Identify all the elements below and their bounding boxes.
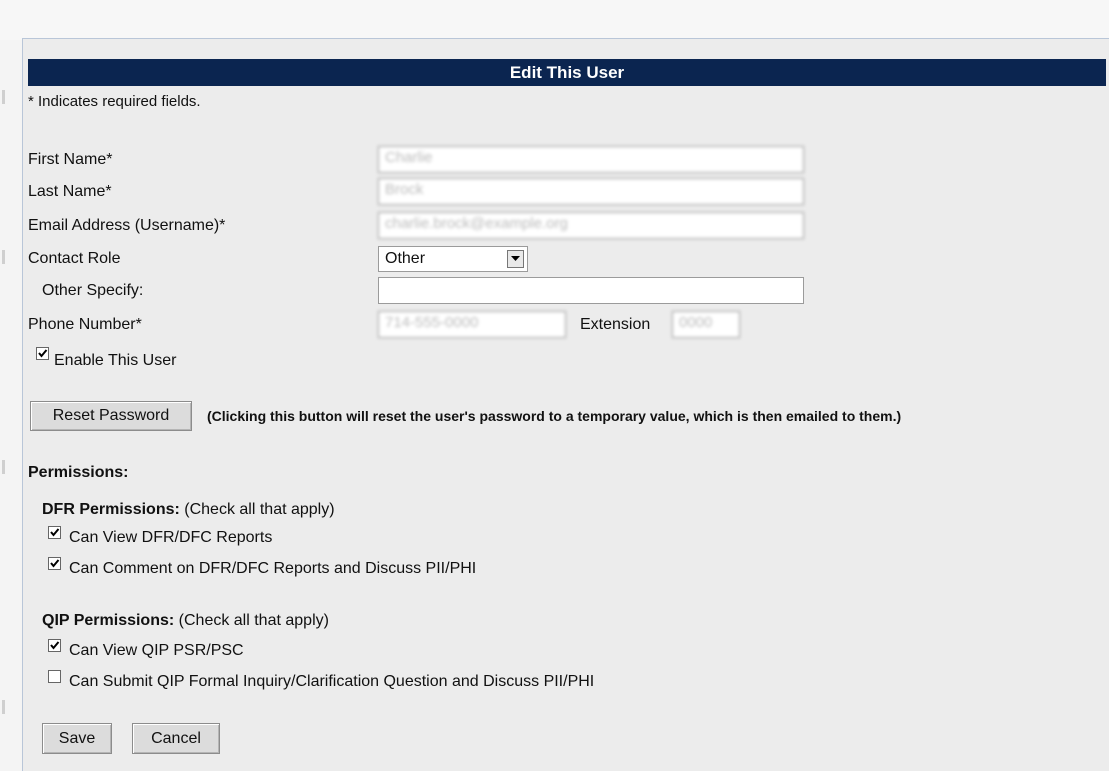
last-name-label: Last Name* bbox=[28, 183, 112, 200]
qip-heading-text: QIP Permissions: bbox=[42, 612, 175, 629]
chevron-down-icon[interactable] bbox=[507, 250, 524, 268]
checkmark-icon bbox=[50, 559, 60, 568]
cancel-button[interactable]: Cancel bbox=[132, 723, 220, 754]
qip-submit-checkbox[interactable] bbox=[48, 670, 61, 683]
contact-role-value: Other bbox=[385, 250, 426, 267]
reset-password-note: (Clicking this button will reset the use… bbox=[207, 408, 902, 424]
checkmark-icon bbox=[50, 641, 60, 650]
qip-view-checkbox[interactable] bbox=[48, 639, 61, 652]
first-name-label: First Name* bbox=[28, 151, 113, 168]
other-specify-label: Other Specify: bbox=[42, 282, 144, 299]
gutter-mark bbox=[2, 250, 5, 264]
top-strip bbox=[0, 0, 1109, 40]
dfr-hint: (Check all that apply) bbox=[184, 501, 335, 518]
qip-view-label: Can View QIP PSR/PSC bbox=[69, 642, 244, 659]
permissions-heading: Permissions: bbox=[28, 464, 129, 481]
extension-label: Extension bbox=[580, 316, 651, 333]
dfr-permissions-heading: DFR Permissions: (Check all that apply) bbox=[42, 500, 335, 520]
qip-permissions-heading: QIP Permissions: (Check all that apply) bbox=[42, 611, 329, 631]
checkmark-icon bbox=[38, 349, 48, 358]
gutter-mark bbox=[2, 460, 5, 474]
extension-input[interactable]: 0000 bbox=[672, 311, 740, 338]
left-gutter bbox=[0, 40, 22, 771]
dfr-view-checkbox[interactable] bbox=[48, 526, 61, 539]
gutter-mark bbox=[2, 90, 5, 104]
contact-role-label: Contact Role bbox=[28, 250, 121, 267]
required-note: * Indicates required fields. bbox=[28, 93, 201, 110]
phone-input[interactable]: 714-555-0000 bbox=[378, 311, 566, 338]
qip-submit-label: Can Submit QIP Formal Inquiry/Clarificat… bbox=[69, 673, 595, 690]
form-title: Edit This User bbox=[28, 59, 1106, 86]
phone-label: Phone Number* bbox=[28, 316, 142, 333]
dfr-view-label: Can View DFR/DFC Reports bbox=[69, 529, 273, 546]
enable-user-label: Enable This User bbox=[54, 352, 177, 369]
enable-user-checkbox[interactable] bbox=[36, 347, 49, 360]
email-input[interactable]: charlie.brock@example.org bbox=[378, 212, 804, 239]
email-label: Email Address (Username)* bbox=[28, 217, 226, 234]
reset-password-button[interactable]: Reset Password bbox=[30, 401, 192, 431]
other-specify-input[interactable] bbox=[378, 277, 804, 304]
qip-hint: (Check all that apply) bbox=[178, 612, 329, 629]
last-name-input[interactable]: Brock bbox=[378, 178, 804, 205]
page: Edit This User * Indicates required fiel… bbox=[0, 0, 1109, 771]
dfr-comment-label: Can Comment on DFR/DFC Reports and Discu… bbox=[69, 560, 477, 577]
dfr-comment-checkbox[interactable] bbox=[48, 557, 61, 570]
contact-role-select[interactable]: Other bbox=[378, 246, 528, 272]
checkmark-icon bbox=[50, 528, 60, 537]
save-button[interactable]: Save bbox=[42, 723, 112, 754]
dfr-heading-text: DFR Permissions: bbox=[42, 501, 180, 518]
gutter-mark bbox=[2, 700, 5, 714]
first-name-input[interactable]: Charlie bbox=[378, 146, 804, 173]
